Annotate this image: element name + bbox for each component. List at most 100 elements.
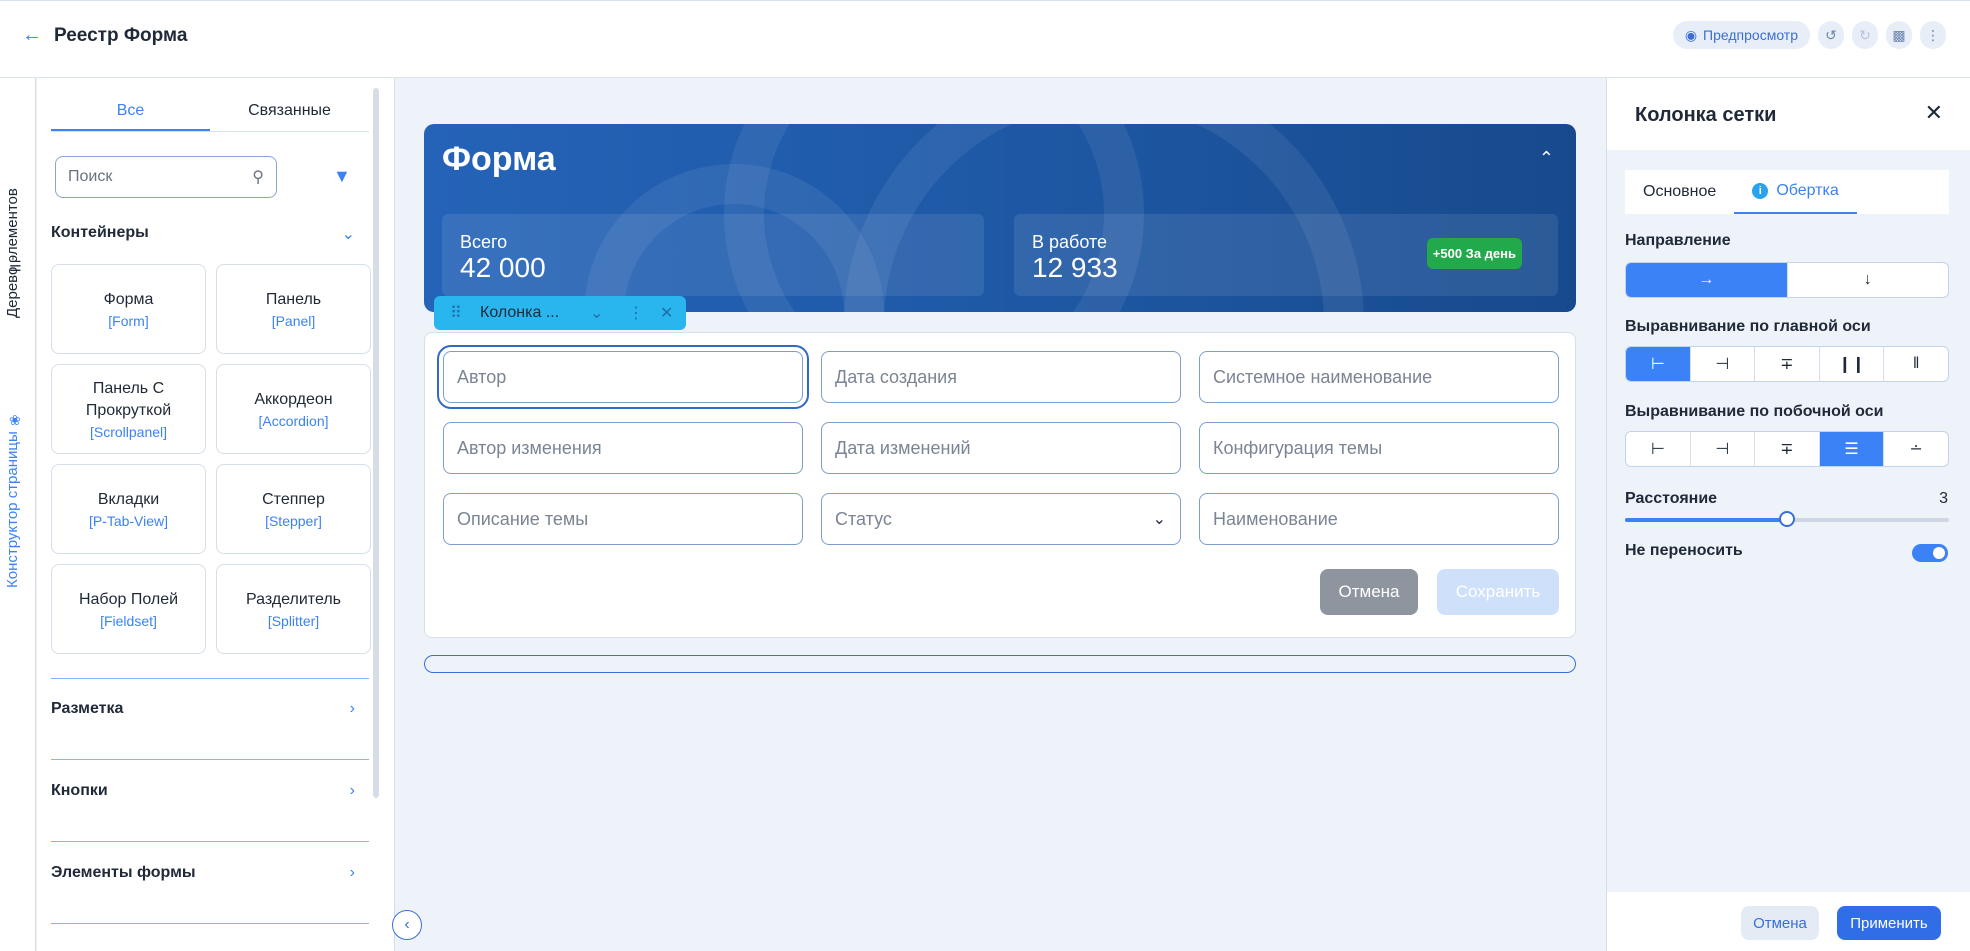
save-button[interactable]: Сохранить: [1437, 569, 1559, 615]
stat-label: В работе: [1032, 232, 1108, 252]
chevron-up-icon[interactable]: ⌃: [1539, 148, 1554, 169]
stat-total: Всего 42 000: [442, 214, 984, 296]
apply-button[interactable]: Применить: [1837, 906, 1941, 940]
theme-description-field[interactable]: Описание темы: [443, 493, 803, 545]
tab-element-tree[interactable]: Дерево элементов: [4, 98, 21, 318]
baseline-icon[interactable]: ∸: [1884, 432, 1948, 466]
properties-title: Колонка сетки: [1635, 104, 1777, 126]
stretch-icon[interactable]: ☰: [1819, 432, 1885, 466]
nowrap-toggle[interactable]: [1912, 544, 1948, 562]
cancel-button[interactable]: Отмена: [1320, 569, 1418, 615]
tab-wrapper[interactable]: i Обертка: [1734, 170, 1857, 214]
align-end-icon[interactable]: ⊣: [1691, 432, 1756, 466]
component-card-splitter[interactable]: Разделитель [Splitter]: [216, 564, 371, 654]
created-date-field[interactable]: Дата создания: [821, 351, 1181, 403]
back-arrow-icon[interactable]: ←: [22, 25, 42, 45]
info-icon: i: [1752, 183, 1769, 199]
modified-date-field[interactable]: Дата изменений: [821, 422, 1181, 474]
redo-icon[interactable]: ↻: [1852, 21, 1878, 49]
card-name: Разделитель: [245, 591, 341, 608]
drag-handle-icon[interactable]: ⠿: [450, 303, 462, 323]
section-buttons[interactable]: Кнопки ›: [51, 782, 363, 800]
stat-value: 42 000: [460, 252, 546, 283]
cross-axis-toggle: ⊢ ⊣ ∓ ☰ ∸: [1625, 431, 1949, 467]
status-badge: +500 За день: [1426, 238, 1522, 269]
section-buttons-label: Кнопки: [51, 782, 108, 799]
stat-in-progress: В работе 12 933 +500 За день: [1014, 214, 1558, 296]
grid-column-tag[interactable]: ⠿ Колонка ... ⌄ ⋮ ✕: [434, 296, 686, 330]
stat-label: Всего: [460, 232, 508, 252]
search-input[interactable]: Поиск ⚲: [55, 156, 277, 198]
preview-button[interactable]: ◉ Предпросмотр: [1672, 21, 1810, 49]
component-card-scrollpanel[interactable]: Панель С Прокруткой [Scrollpanel]: [51, 364, 206, 454]
save-icon[interactable]: ▩: [1886, 21, 1912, 49]
undo-icon[interactable]: ↺: [1818, 21, 1844, 49]
component-card-accordion[interactable]: Аккордеон [Accordion]: [216, 364, 371, 454]
section-containers-label: Контейнеры: [51, 224, 149, 241]
builder-icon: ❀: [9, 412, 21, 428]
section-markup-label: Разметка: [51, 700, 124, 717]
direction-row-icon[interactable]: →: [1626, 263, 1788, 297]
component-card-tabview[interactable]: Вкладки [P-Tab-View]: [51, 464, 206, 554]
card-name: Набор Полей: [78, 591, 179, 608]
card-name: Степпер: [262, 491, 325, 508]
modified-by-field[interactable]: Автор изменения: [443, 422, 803, 474]
system-name-field[interactable]: Системное наименование: [1199, 351, 1559, 403]
component-card-stepper[interactable]: Степпер [Stepper]: [216, 464, 371, 554]
filter-icon[interactable]: ▼: [333, 166, 351, 187]
align-end-icon[interactable]: ⊣: [1691, 347, 1756, 381]
tab-page-builder[interactable]: Конструктор страницы: [4, 378, 21, 588]
containers-grid: Форма [Form] Панель [Panel] Панель С Про…: [51, 264, 373, 654]
close-icon[interactable]: ✕: [660, 303, 673, 323]
distance-slider[interactable]: [1625, 511, 1949, 527]
distance-value: 3: [1939, 490, 1948, 507]
more-vertical-icon[interactable]: ⋮: [628, 303, 644, 323]
more-vertical-icon[interactable]: ⋮: [1920, 21, 1946, 49]
chevron-down-icon: ⌄: [1152, 511, 1166, 528]
author-field[interactable]: Автор: [437, 345, 809, 409]
align-start-icon[interactable]: ⊢: [1626, 347, 1691, 381]
card-code: [Scrollpanel]: [89, 424, 168, 440]
component-card-fieldset[interactable]: Набор Полей [Fieldset]: [51, 564, 206, 654]
direction-column-icon[interactable]: ↓: [1788, 263, 1949, 297]
preview-label: Предпросмотр: [1703, 27, 1798, 43]
align-center-icon[interactable]: ∓: [1755, 432, 1820, 466]
section-markup[interactable]: Разметка ›: [51, 700, 363, 718]
card-code: [Splitter]: [267, 613, 320, 629]
properties-panel: Колонка сетки ✕ Основное i Обертка Напра…: [1606, 78, 1970, 951]
card-code: [Panel]: [271, 313, 316, 329]
tab-all[interactable]: Все: [51, 92, 210, 131]
component-card-form[interactable]: Форма [Form]: [51, 264, 206, 354]
name-field[interactable]: Наименование: [1199, 493, 1559, 545]
status-select[interactable]: Статус ⌄: [821, 493, 1181, 545]
eye-icon: ◉: [1684, 26, 1698, 43]
tab-related[interactable]: Связанные: [210, 92, 369, 131]
tab-basic[interactable]: Основное: [1625, 170, 1734, 214]
main-axis-toggle: ⊢ ⊣ ∓ ❙❙ ‖: [1625, 346, 1949, 382]
cancel-button[interactable]: Отмена: [1741, 906, 1819, 940]
panel-scrollbar[interactable]: [373, 88, 379, 798]
theme-config-field[interactable]: Конфигурация темы: [1199, 422, 1559, 474]
slider-handle[interactable]: [1779, 511, 1795, 527]
form-card: Автор Дата создания Системное наименован…: [424, 332, 1576, 638]
space-around-icon[interactable]: ‖: [1884, 347, 1948, 381]
card-code: [Form]: [108, 313, 149, 329]
close-icon[interactable]: ✕: [1925, 100, 1943, 126]
component-card-panel[interactable]: Панель [Panel]: [216, 264, 371, 354]
section-containers[interactable]: Контейнеры ⌄: [51, 224, 363, 243]
search-icon: ⚲: [252, 169, 264, 186]
align-center-icon[interactable]: ∓: [1755, 347, 1820, 381]
chevron-down-icon[interactable]: ⌄: [590, 303, 603, 323]
empty-container[interactable]: [424, 655, 1576, 673]
properties-tabs: Основное i Обертка: [1625, 170, 1949, 214]
chevron-down-icon: ⌄: [341, 226, 355, 243]
align-start-icon[interactable]: ⊢: [1626, 432, 1691, 466]
card-name: Панель С Прокруткой: [85, 380, 172, 419]
space-between-icon[interactable]: ❙❙: [1820, 347, 1885, 381]
chevron-left-icon[interactable]: ‹: [392, 910, 422, 940]
slider-fill: [1625, 518, 1787, 522]
tree-list-icon: ☰: [9, 258, 22, 274]
stat-value: 12 933: [1032, 252, 1118, 283]
section-form-elements[interactable]: Элементы формы ›: [51, 864, 363, 882]
chevron-right-icon: ›: [349, 782, 355, 799]
